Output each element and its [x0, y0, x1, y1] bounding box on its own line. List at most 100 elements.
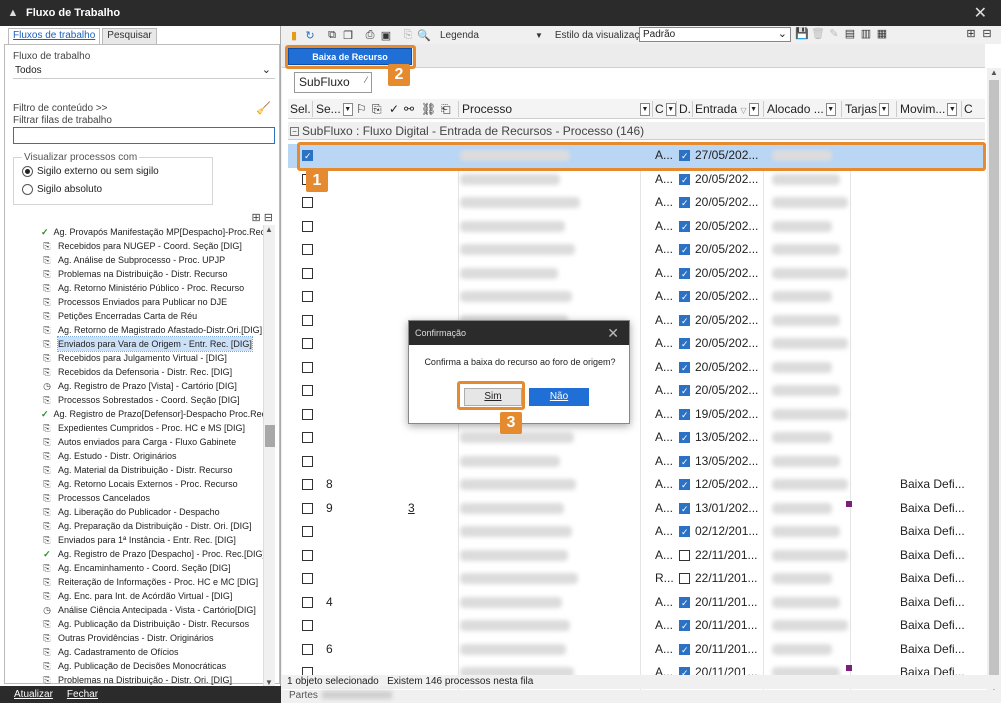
tree-item[interactable]: ⎘ Ag. Retorno de Magistrado Afastado-Dist…	[9, 323, 265, 337]
table-row[interactable]: A... 13/05/202...	[288, 426, 985, 451]
table-row[interactable]: A... 20/05/202...	[288, 309, 985, 333]
header-chain-icon[interactable]: ⛓	[421, 101, 436, 117]
table-row[interactable]: 4 A... 20/11/201... Baixa Defi...	[288, 591, 985, 615]
workflow-select[interactable]: Todos ⌄	[13, 63, 275, 79]
export-doc-icon[interactable]: ▥	[858, 27, 874, 40]
row-select-checkbox[interactable]	[302, 596, 313, 608]
row-select-checkbox[interactable]	[302, 220, 313, 232]
row-select-checkbox[interactable]	[302, 314, 313, 326]
tree-item[interactable]: ⎘ Problemas na Distribuição - Distr. Recu…	[9, 267, 265, 281]
row-select-checkbox[interactable]	[302, 502, 313, 514]
header-alocado[interactable]: Alocado ... ▼	[767, 101, 836, 117]
table-row[interactable]: A... 20/05/202...	[288, 215, 985, 239]
group-by-chip[interactable]: SubFluxo ⁄	[294, 72, 372, 93]
tab-workflows[interactable]: Fluxos de trabalho	[8, 28, 101, 44]
close-button[interactable]: Fechar	[67, 689, 98, 700]
close-window-icon[interactable]: ✕	[974, 3, 987, 23]
tree-item[interactable]: ⎘ Processos Enviados para Publicar no DJE	[9, 295, 265, 309]
expand-tree-icon[interactable]: ⊞	[252, 212, 261, 224]
scroll-up-icon[interactable]: ▲	[990, 68, 998, 77]
edit-view-icon[interactable]: ✎	[826, 27, 842, 40]
tree-item[interactable]: ⎘ Ag. Liberação do Publicador - Despacho	[9, 505, 265, 519]
legend-label[interactable]: Legenda	[440, 30, 479, 41]
dropdown-icon[interactable]: ▼	[665, 103, 676, 117]
tree-item[interactable]: ◷ Análise Ciência Antecipada - Vista - Ca…	[9, 603, 265, 617]
print-icon[interactable]: ⎙	[362, 29, 378, 42]
find-icon[interactable]: 🔍	[416, 29, 432, 42]
tree-item[interactable]: ⎘ Expedientes Cumpridos - Proc. HC e MS […	[9, 421, 265, 435]
header-c[interactable]: C ▼	[655, 101, 676, 117]
table-row[interactable]: R... 22/11/201... Baixa Defi...	[288, 567, 985, 591]
queue-filter-input[interactable]	[13, 127, 275, 144]
table-row[interactable]: A... 20/05/202...	[288, 356, 985, 380]
row-select-checkbox[interactable]	[302, 526, 313, 537]
tree-item[interactable]: ⎘ Enviados para Vara de Origem - Entr. Re…	[9, 336, 265, 352]
collapse-tree-icon[interactable]: ⊟	[264, 212, 273, 224]
update-button[interactable]: Atualizar	[14, 689, 53, 700]
scrollbar-thumb[interactable]	[989, 80, 999, 676]
header-d[interactable]: D.	[679, 101, 691, 117]
tree-item[interactable]: ✓ Ag. Registro de Prazo[Defensor]-Despach…	[9, 407, 265, 421]
save-icon[interactable]: ▣	[378, 29, 394, 42]
tab-search[interactable]: Pesquisar	[102, 28, 157, 44]
attach-icon[interactable]: ⎘	[400, 29, 416, 42]
dropdown-icon[interactable]: ▼	[748, 103, 759, 117]
export-excel-icon[interactable]: ▤	[842, 27, 858, 40]
view-style-select[interactable]: Padrão ⌄	[639, 27, 791, 42]
header-processo-dd[interactable]: ▼	[638, 101, 650, 117]
row-select-checkbox[interactable]	[302, 573, 313, 584]
row-select-checkbox[interactable]	[302, 643, 313, 655]
tree-item[interactable]: ✓ Ag. Registro de Prazo [Despacho] - Proc…	[9, 547, 265, 561]
expand-grid-icon[interactable]: ⊞	[963, 27, 979, 40]
table-row[interactable]: A... 19/05/202...	[288, 403, 985, 427]
save-view-icon[interactable]: 💾	[794, 27, 810, 40]
header-c2[interactable]: C	[964, 101, 973, 117]
table-row[interactable]: A... 20/05/202...	[288, 191, 985, 216]
tree-item[interactable]: ⎘ Problemas na Distribuição - Distr. Ori.…	[9, 673, 265, 687]
layout-icon[interactable]: ▦	[874, 27, 890, 40]
collapse-group-icon[interactable]: −	[290, 127, 299, 137]
header-link-icon[interactable]: ⚯	[404, 101, 414, 117]
tree-item[interactable]: ⎘ Outras Providências - Distr. Originário…	[9, 631, 265, 645]
header-entrada[interactable]: Entrada ▽ ▼	[695, 101, 759, 117]
dropdown-icon[interactable]: ▼	[640, 103, 650, 117]
tree-item[interactable]: ⎘ Autos enviados para Carga - Fluxo Gabin…	[9, 435, 265, 449]
header-clip-icon[interactable]: ⎘	[372, 101, 382, 117]
scroll-up-icon[interactable]: ▲	[265, 225, 273, 234]
tree-item[interactable]: ⎘ Recebidos para NUGEP - Coord. Seção [DI…	[9, 239, 265, 253]
table-row[interactable]: A... 20/11/201... Baixa Defi...	[288, 614, 985, 639]
header-sel[interactable]: Sel.	[290, 101, 311, 117]
table-row[interactable]: A... 22/11/201... Baixa Defi...	[288, 544, 985, 568]
tree-item[interactable]: ⎘ Ag. Estudo - Distr. Originários	[9, 449, 265, 463]
clear-filter-icon[interactable]: 🧹	[256, 101, 271, 115]
tree-item[interactable]: ✓ Ag. Provapós Manifestação MP[Despacho]-…	[9, 225, 265, 239]
tree-item[interactable]: ⎘ Ag. Análise de Subprocesso - Proc. UPJP	[9, 253, 265, 267]
table-row[interactable]: 9 3 A... 13/01/202... Baixa Defi...	[288, 497, 985, 521]
dropdown-icon[interactable]: ▼	[342, 103, 353, 117]
radio-absolute-secrecy[interactable]: Sigilo absoluto	[22, 184, 102, 195]
tree-item[interactable]: ⎘ Ag. Material da Distribuição - Distr. R…	[9, 463, 265, 477]
tree-item[interactable]: ⎘ Processos Cancelados	[9, 491, 265, 505]
close-icon[interactable]: ✕	[607, 321, 619, 345]
header-check-icon[interactable]: ✓	[389, 101, 399, 117]
no-button[interactable]: Não	[529, 388, 589, 406]
collapse-grid-icon[interactable]: ⊟	[979, 27, 995, 40]
tree-item[interactable]: ⎘ Ag. Enc. para Int. de Acórdão Virtual -…	[9, 589, 265, 603]
row-select-checkbox[interactable]	[302, 244, 313, 255]
grid-scrollbar[interactable]: ▲ ▼	[987, 68, 1001, 692]
header-movim[interactable]: Movim... ▼	[900, 101, 958, 117]
table-row[interactable]: A... 20/05/202...	[288, 168, 985, 192]
tree-item[interactable]: ⎘ Ag. Encaminhamento - Coord. Seção [DIG]	[9, 561, 265, 575]
row-select-checkbox[interactable]	[302, 549, 313, 561]
duplicate-icon[interactable]: ❐	[340, 29, 356, 42]
radio-external-secrecy[interactable]: Sigilo externo ou sem sigilo	[22, 166, 159, 177]
filter-icon[interactable]: ▮	[286, 29, 302, 42]
tree-item[interactable]: ⎘ Ag. Publicação da Distribuição - Distr.…	[9, 617, 265, 631]
tree-item[interactable]: ⎘ Processos Sobrestados - Coord. Seção [D…	[9, 393, 265, 407]
tree-item[interactable]: ⎘ Ag. Cadastramento de Ofícios	[9, 645, 265, 659]
tree-item[interactable]: ⎘ Ag. Retorno Ministério Público - Proc. …	[9, 281, 265, 295]
row-select-checkbox[interactable]	[302, 620, 313, 631]
table-row[interactable]: 6 A... 20/11/201... Baixa Defi...	[288, 638, 985, 662]
row-select-checkbox[interactable]	[302, 338, 313, 349]
content-filter-link[interactable]: Filtro de conteúdo >>	[13, 103, 108, 114]
